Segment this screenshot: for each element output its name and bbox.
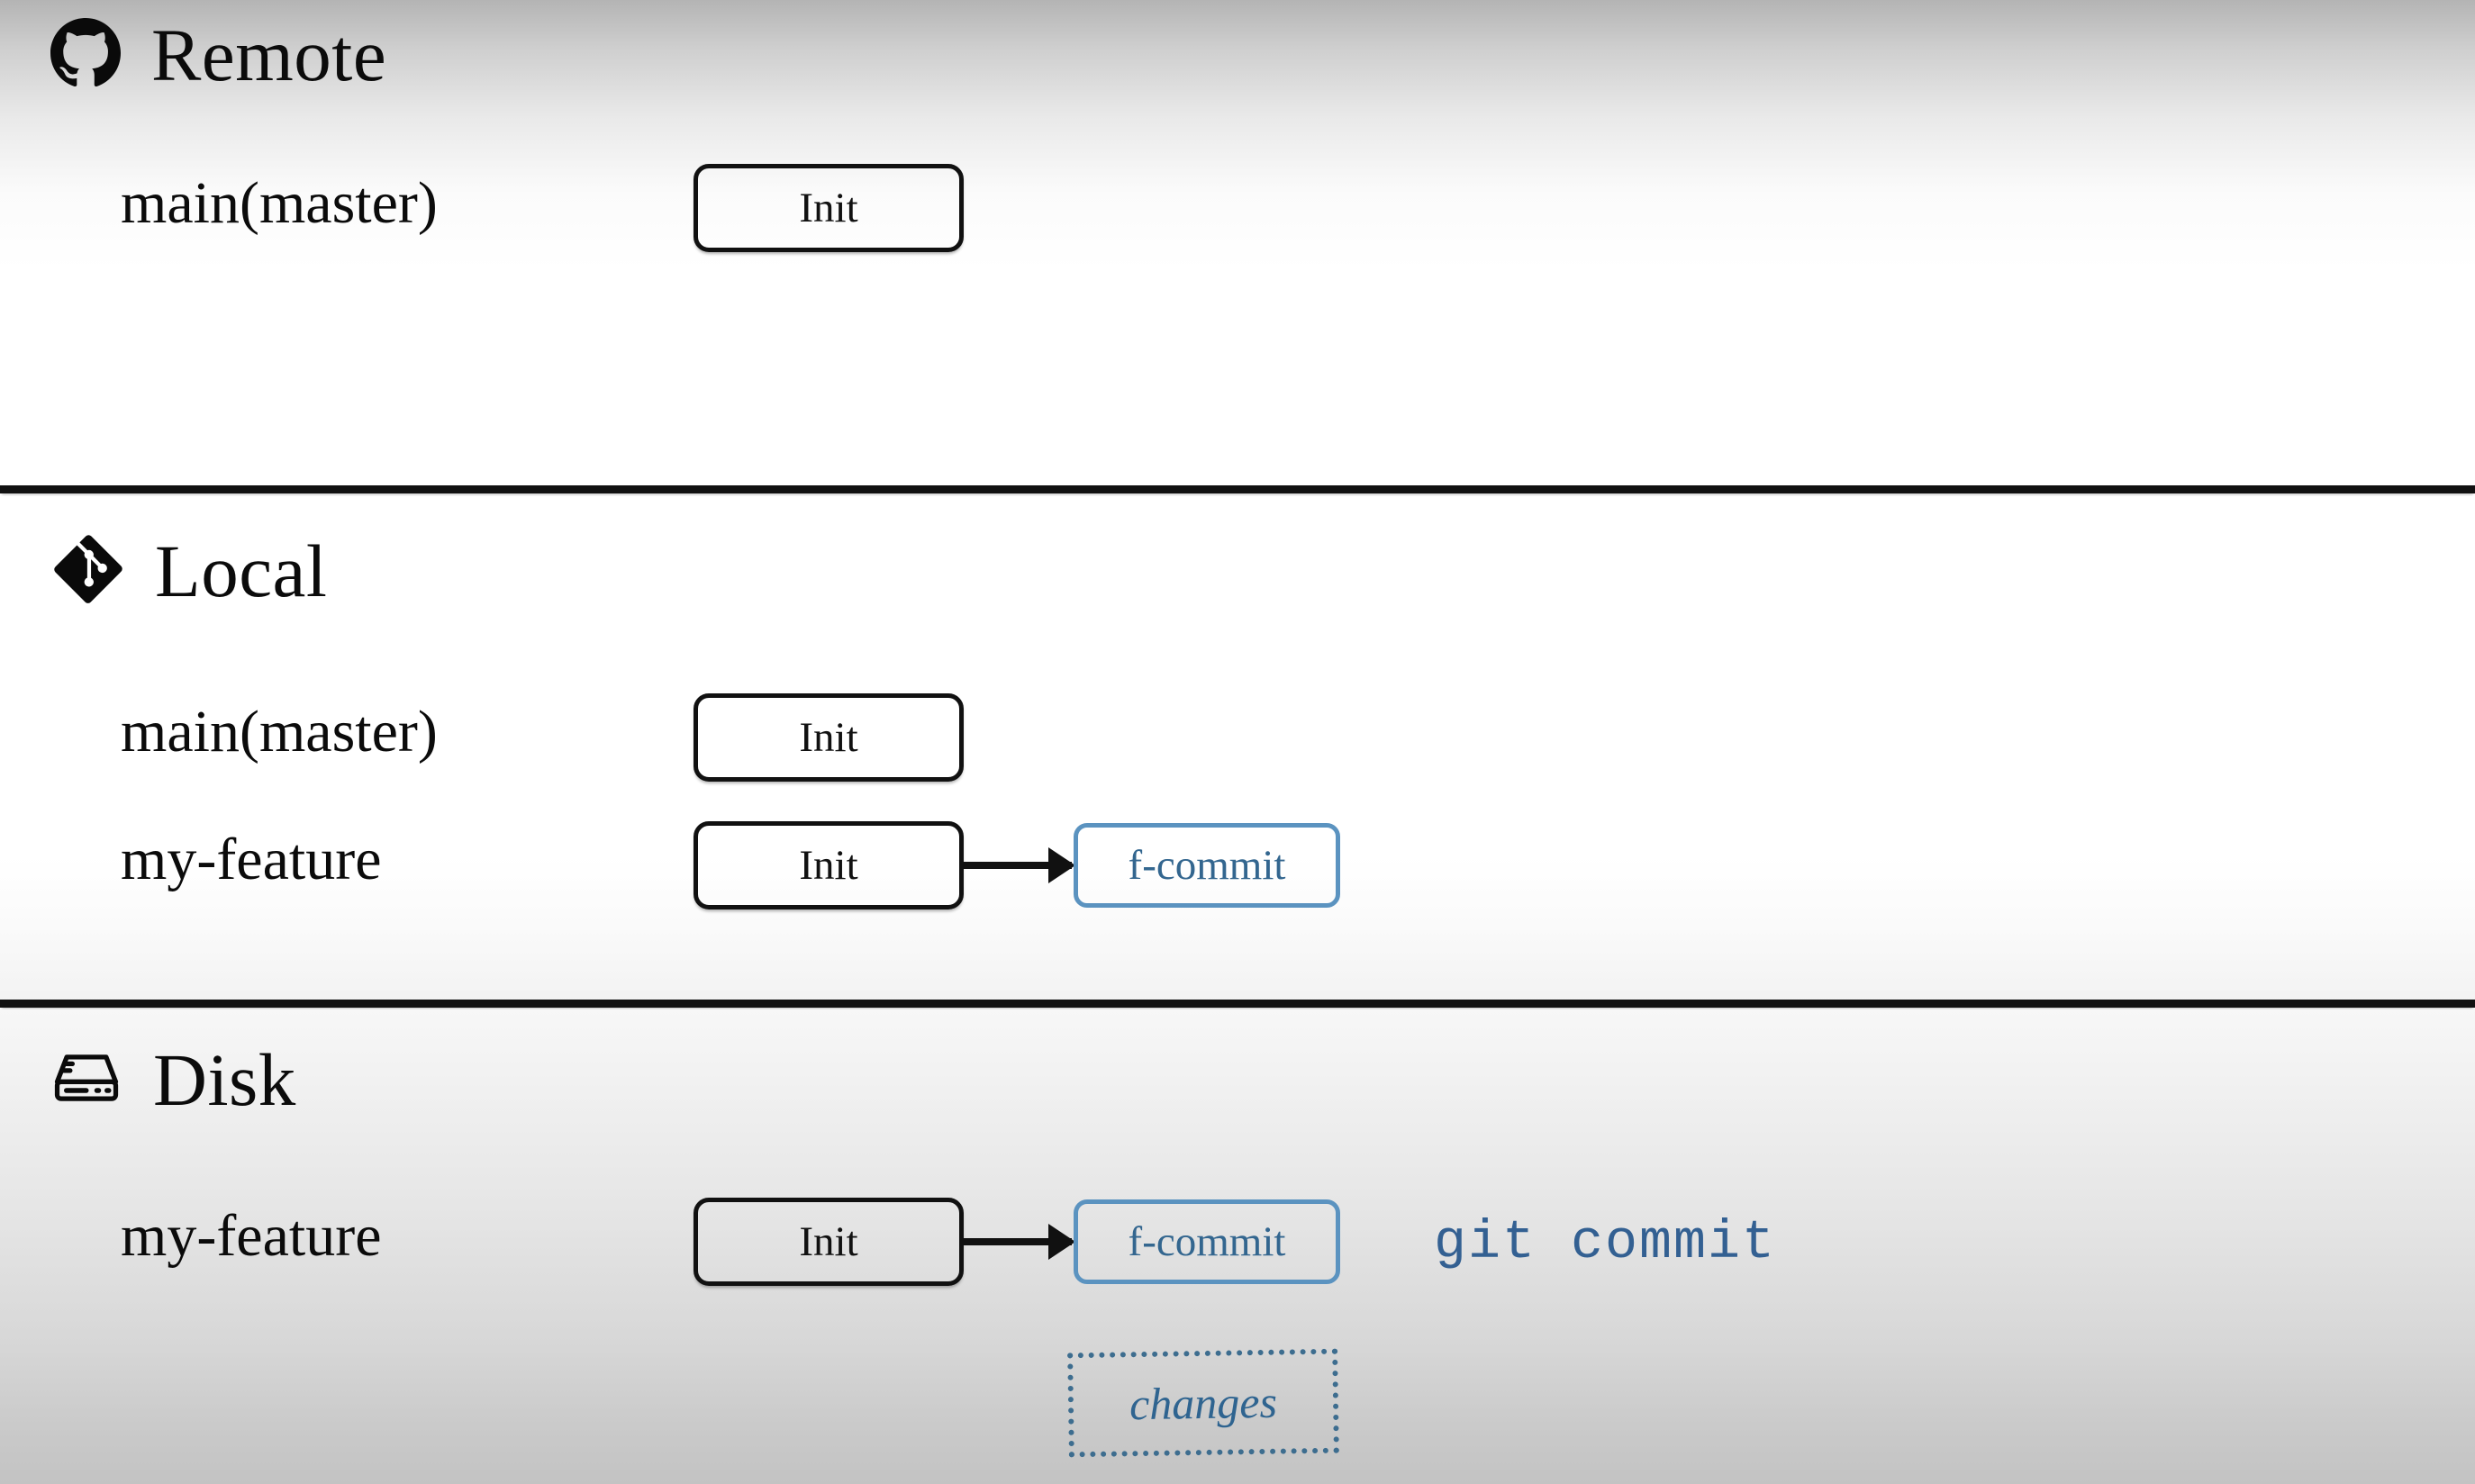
commit-arrow-local-feature xyxy=(964,862,1072,869)
branch-label-remote-main: main(master) xyxy=(121,170,438,236)
section-title: Local xyxy=(155,529,328,612)
commit-node-label: f-commit xyxy=(1128,842,1286,889)
commit-node-init-remote-main[interactable]: Init xyxy=(694,164,964,252)
commit-node-init-local-main[interactable]: Init xyxy=(694,693,964,782)
commit-node-label: Init xyxy=(799,842,858,889)
commit-node-label: f-commit xyxy=(1128,1218,1286,1265)
harddisk-icon xyxy=(50,1042,122,1118)
branch-label-local-main: main(master) xyxy=(121,699,438,765)
branch-label-disk-feature: my-feature xyxy=(121,1203,382,1269)
section-title: Disk xyxy=(153,1038,296,1121)
git-icon xyxy=(52,533,124,610)
github-icon xyxy=(50,18,121,93)
commit-node-fcommit-disk-feature[interactable]: f-commit xyxy=(1074,1199,1340,1284)
commit-node-init-local-feature[interactable]: Init xyxy=(694,821,964,909)
section-header-local: Local xyxy=(52,533,327,610)
section-divider-remote-local xyxy=(0,485,2475,493)
section-header-remote: Remote xyxy=(50,18,386,93)
commit-node-init-disk-feature[interactable]: Init xyxy=(694,1198,964,1286)
pending-changes-box[interactable]: changes xyxy=(1067,1348,1339,1458)
pending-changes-label: changes xyxy=(1129,1376,1278,1430)
commit-node-label: Init xyxy=(799,185,858,231)
commit-arrow-disk-feature xyxy=(964,1238,1072,1245)
git-workflow-diagram: Remote main(master) Init Local main(mast… xyxy=(0,0,2475,1484)
section-divider-local-disk xyxy=(0,1000,2475,1008)
commit-node-label: Init xyxy=(799,1218,858,1265)
branch-label-local-feature: my-feature xyxy=(121,827,382,892)
commit-node-label: Init xyxy=(799,714,858,761)
section-header-disk: Disk xyxy=(50,1042,296,1118)
command-annotation-git-commit: git commit xyxy=(1434,1213,1777,1274)
commit-node-fcommit-local-feature[interactable]: f-commit xyxy=(1074,823,1340,908)
section-title: Remote xyxy=(151,14,387,96)
